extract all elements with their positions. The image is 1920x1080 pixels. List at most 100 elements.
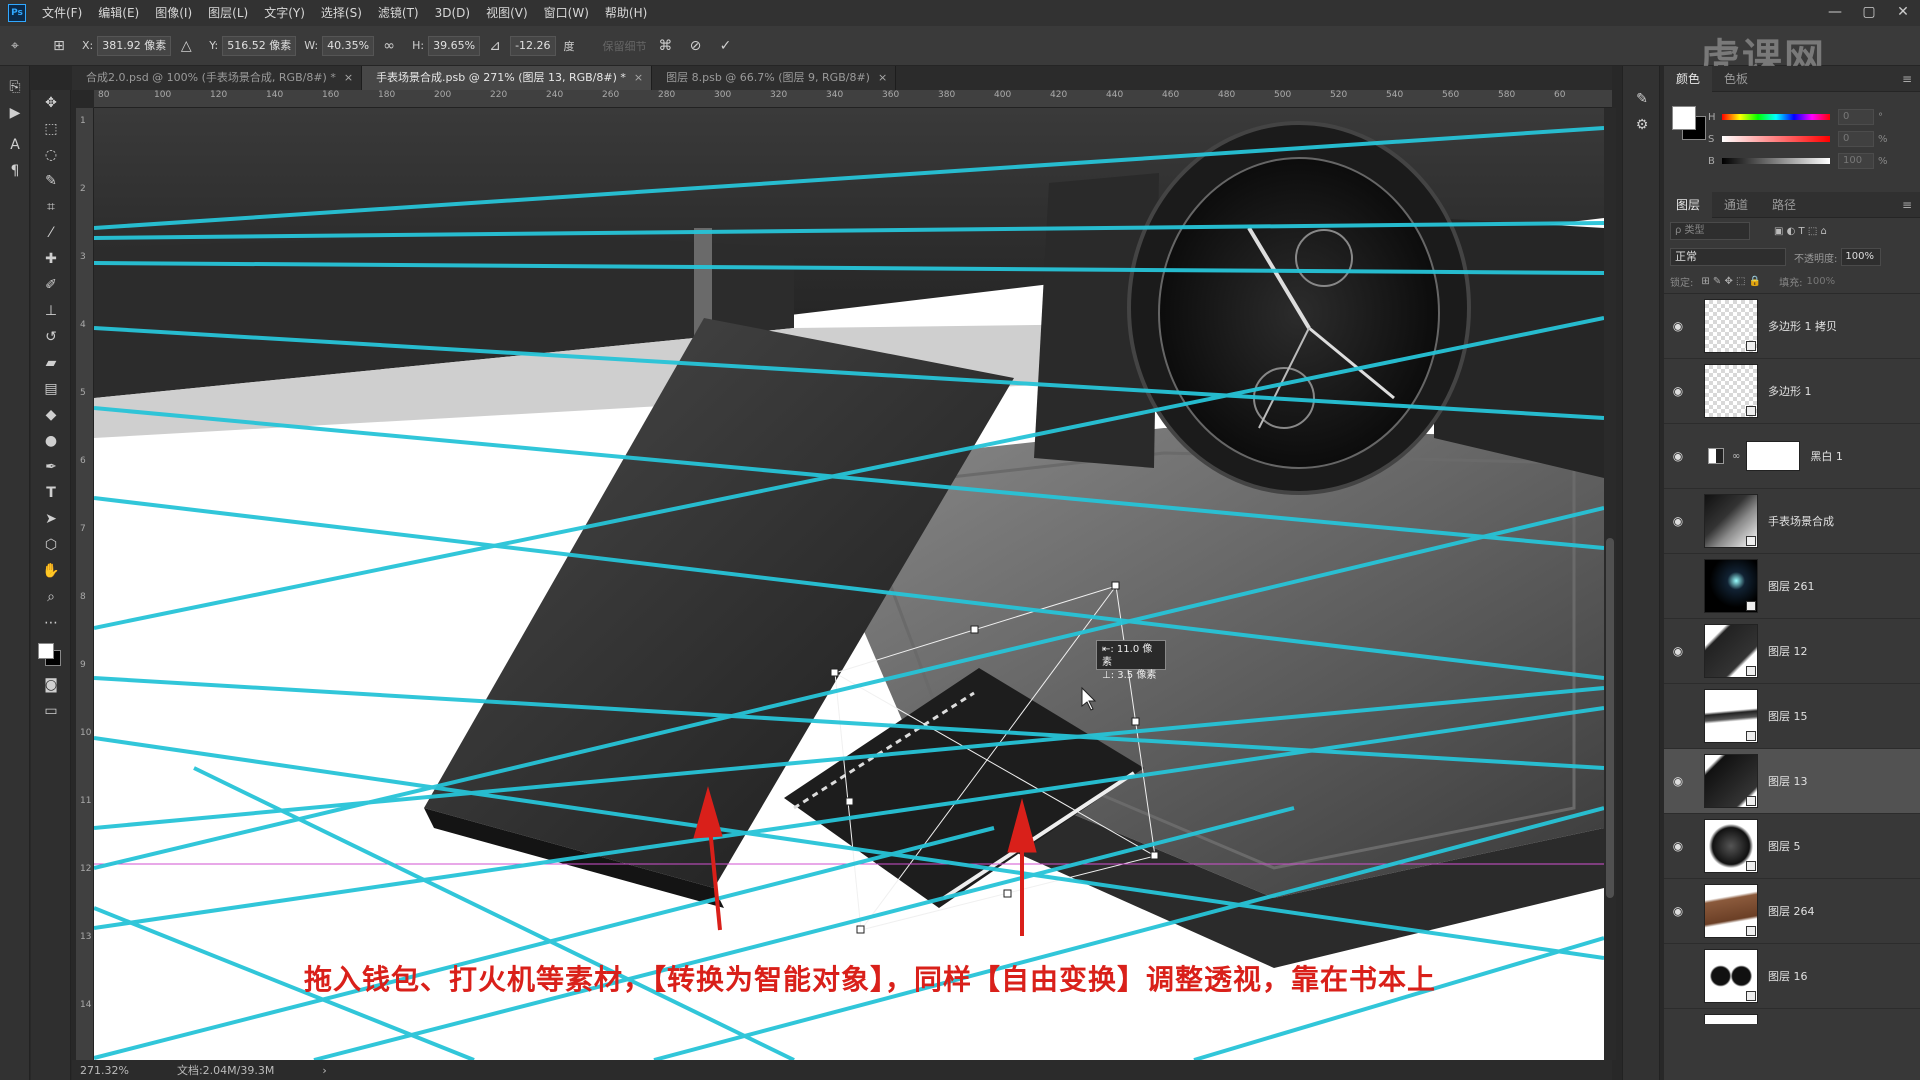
close-tab-icon[interactable]: × (878, 71, 887, 84)
canvas-vertical-scrollbar[interactable] (1604, 108, 1616, 1060)
layer-name[interactable]: 图层 12 (1768, 643, 1808, 659)
horizontal-ruler[interactable]: 80 100 120 140 160 180 200 220 240 260 280 300 320 34… (94, 90, 1612, 108)
cancel-transform-icon[interactable]: ⊘ (685, 35, 707, 57)
more-tools-icon[interactable]: ⋯ (31, 610, 71, 636)
tab-paths[interactable]: 路径 (1760, 192, 1808, 218)
commit-transform-icon[interactable]: ✓ (715, 35, 737, 57)
angle-field[interactable]: -12.26 (510, 35, 556, 56)
link-icon[interactable]: ∞ (378, 35, 400, 57)
brightness-value[interactable]: 100 (1838, 153, 1874, 169)
quick-select-tool-icon[interactable]: ✎ (31, 168, 71, 194)
layer-row[interactable]: ◉ 多边形 1 拷贝 (1664, 294, 1920, 359)
layer-thumbnail[interactable] (1704, 949, 1758, 1003)
hand-tool-icon[interactable]: ✋ (31, 558, 71, 584)
gradient-tool-icon[interactable]: ▤ (31, 376, 71, 402)
layer-name[interactable]: 多边形 1 (1768, 383, 1812, 399)
opacity-field[interactable]: 100% (1841, 248, 1882, 266)
vertical-ruler[interactable]: 1 2 3 4 5 6 7 8 9 10 11 12 13 14 (76, 108, 94, 1060)
healing-tool-icon[interactable]: ✚ (31, 246, 71, 272)
layer-thumbnail[interactable] (1704, 559, 1758, 613)
filter-icons[interactable]: ▣ ◐ T ⬚ ⌂ (1774, 226, 1827, 237)
marquee-tool-icon[interactable]: ⬚ (31, 116, 71, 142)
visibility-eye-icon[interactable]: ◉ (1664, 384, 1692, 398)
layer-row[interactable]: 图层 15 (1664, 684, 1920, 749)
layer-row[interactable]: ◉ 手表场景合成 (1664, 489, 1920, 554)
tab-color[interactable]: 颜色 (1664, 65, 1713, 92)
layer-filter-input[interactable]: ρ 类型 (1670, 222, 1750, 240)
eraser-tool-icon[interactable]: ▰ (31, 350, 71, 376)
scrollbar-thumb[interactable] (1606, 538, 1614, 898)
layer-name[interactable]: 图层 261 (1768, 578, 1815, 594)
visibility-eye-icon[interactable]: ◉ (1664, 644, 1692, 658)
screen-mode-icon[interactable]: ▭ (31, 698, 71, 724)
x-field[interactable]: 381.92 像素 (97, 35, 172, 56)
eyedropper-tool-icon[interactable]: ⁄ (31, 220, 71, 246)
minimize-button[interactable]: — (1818, 0, 1852, 26)
menu-image[interactable]: 图像(I) (147, 0, 200, 26)
color-swatches[interactable] (31, 636, 71, 672)
brush-settings-icon[interactable]: ✎ (1623, 86, 1661, 112)
fill-field[interactable]: 100% (1807, 276, 1836, 287)
layer-thumbnail[interactable] (1704, 689, 1758, 743)
menu-3d[interactable]: 3D(D) (427, 0, 478, 26)
visibility-eye-icon[interactable]: ◉ (1664, 839, 1692, 853)
type-tool-icon[interactable]: T (31, 480, 71, 506)
menu-filter[interactable]: 滤镜(T) (370, 0, 427, 26)
layer-thumbnail[interactable] (1704, 819, 1758, 873)
layer-name[interactable]: 图层 15 (1768, 708, 1808, 724)
tab-swatches[interactable]: 色板 (1712, 66, 1760, 92)
pen-tool-icon[interactable]: ✒ (31, 454, 71, 480)
status-arrow-icon[interactable]: › (322, 1064, 326, 1077)
blend-mode-select[interactable]: 正常 (1670, 248, 1786, 266)
tab-document-2[interactable]: 手表场景合成.psb @ 271% (图层 13, RGB/8#) * × (362, 66, 653, 90)
layer-name[interactable]: 图层 16 (1768, 968, 1808, 984)
foreground-color-swatch[interactable] (38, 643, 54, 659)
menu-layer[interactable]: 图层(L) (200, 0, 256, 26)
dodge-tool-icon[interactable]: ● (31, 428, 71, 454)
layer-row[interactable]: ◉ 图层 264 (1664, 879, 1920, 944)
crop-tool-icon[interactable]: ⌗ (31, 194, 71, 220)
layer-thumbnail[interactable] (1704, 299, 1758, 353)
menu-type[interactable]: 文字(Y) (256, 0, 313, 26)
zoom-level[interactable]: 271.32% (80, 1064, 129, 1077)
layer-name[interactable]: 手表场景合成 (1768, 513, 1834, 529)
shape-tool-icon[interactable]: ⬡ (31, 532, 71, 558)
hue-value[interactable]: 0 (1838, 109, 1874, 125)
interpolation-label[interactable]: 保留细节 (603, 38, 647, 54)
document-canvas[interactable]: ⇤: 11.0 像素 ⊥: 3.5 像素 拖入钱包、打火机等素材，【转换为智能对… (94, 108, 1604, 1060)
tab-layers[interactable]: 图层 (1664, 191, 1713, 218)
layer-name[interactable]: 黑白 1 (1810, 448, 1843, 464)
layer-row[interactable]: ◉ 多边形 1 (1664, 359, 1920, 424)
layer-name[interactable]: 多边形 1 拷贝 (1768, 318, 1837, 334)
mask-link-icon[interactable]: ∞ (1732, 451, 1740, 462)
layer-name[interactable]: 图层 5 (1768, 838, 1801, 854)
tab-document-1[interactable]: 合成2.0.psd @ 100% (手表场景合成, RGB/8#) * × (72, 66, 363, 90)
visibility-eye-icon[interactable]: ◉ (1664, 319, 1692, 333)
layer-thumbnail[interactable] (1704, 884, 1758, 938)
adjustments-icon[interactable]: ⚙ (1623, 112, 1661, 138)
layer-row[interactable]: 图层 261 (1664, 554, 1920, 619)
layer-row[interactable]: 图层 10 (1664, 1009, 1920, 1024)
saturation-value[interactable]: 0 (1838, 131, 1874, 147)
layer-thumbnail[interactable] (1704, 1014, 1758, 1024)
layer-thumbnail[interactable] (1704, 754, 1758, 808)
close-tab-icon[interactable]: × (344, 71, 353, 84)
zoom-tool-icon[interactable]: ⌕ (31, 584, 71, 610)
character-icon[interactable]: A (0, 132, 30, 158)
close-window-button[interactable]: ✕ (1886, 0, 1920, 26)
maximize-button[interactable]: ▢ (1852, 0, 1886, 26)
visibility-eye-icon[interactable]: ◉ (1664, 449, 1692, 463)
tab-document-3[interactable]: 图层 8.psb @ 66.7% (图层 9, RGB/8#) × (652, 66, 897, 90)
layer-thumbnail[interactable] (1704, 364, 1758, 418)
layer-name[interactable]: 图层 264 (1768, 903, 1815, 919)
lasso-tool-icon[interactable]: ◌ (31, 142, 71, 168)
delta-icon[interactable]: △ (175, 35, 197, 57)
layer-row[interactable]: ◉ ∞ 黑白 1 (1664, 424, 1920, 489)
menu-file[interactable]: 文件(F) (34, 0, 90, 26)
history-brush-tool-icon[interactable]: ↺ (31, 324, 71, 350)
layer-row[interactable]: 图层 16 (1664, 944, 1920, 1009)
layer-thumbnail[interactable] (1704, 494, 1758, 548)
layer-thumbnail[interactable] (1704, 624, 1758, 678)
lock-icons[interactable]: ⊞ ✎ ✥ ⬚ 🔒 (1701, 276, 1761, 287)
layer-thumbnail[interactable] (1746, 441, 1801, 471)
